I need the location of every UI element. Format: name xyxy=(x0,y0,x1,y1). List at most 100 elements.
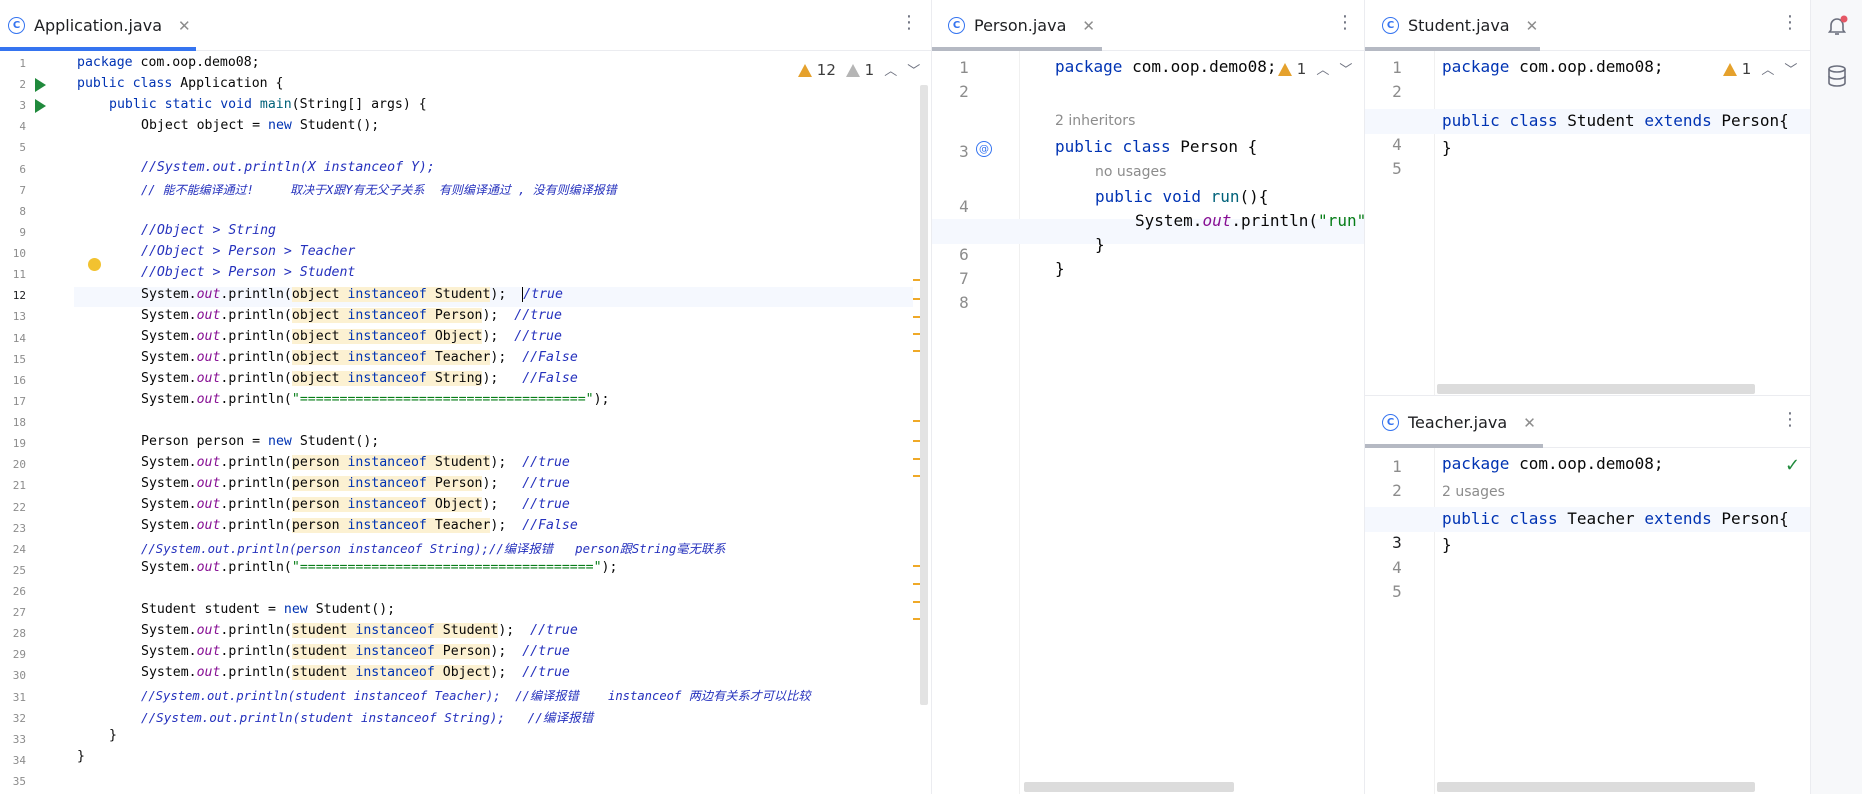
horizontal-scrollbar[interactable] xyxy=(1024,782,1234,792)
more-options-icon[interactable]: ⋮ xyxy=(1336,14,1354,32)
horizontal-scrollbar[interactable] xyxy=(1437,782,1755,792)
code-line-29: System.out.println(student instanceof Pe… xyxy=(141,644,570,659)
notifications-button[interactable] xyxy=(1825,14,1849,38)
more-options-icon[interactable]: ⋮ xyxy=(900,14,918,32)
line-number[interactable]: 19 xyxy=(0,437,26,450)
bell-icon xyxy=(1827,15,1848,35)
line-number[interactable]: 9 xyxy=(0,226,26,239)
line-number[interactable]: 14 xyxy=(0,332,26,345)
code-line-3: public class Student extends Person{ xyxy=(1442,111,1789,130)
code-line-15: System.out.println(object instanceof Tea… xyxy=(141,350,578,365)
code-line-4: } xyxy=(1442,138,1452,157)
code-area-student[interactable]: package com.oop.demo08; public class Stu… xyxy=(1365,51,1810,395)
tab-label: Teacher.java xyxy=(1408,413,1508,432)
code-area-application[interactable]: package com.oop.demo08; public class App… xyxy=(74,51,913,794)
line-number[interactable]: 34 xyxy=(0,754,26,767)
line-number[interactable]: 1 xyxy=(1365,58,1429,77)
code-line-3: public class Person { xyxy=(1055,137,1258,156)
line-number[interactable]: 15 xyxy=(0,353,26,366)
close-icon[interactable]: ✕ xyxy=(1526,17,1539,35)
inheritors-hint[interactable]: 2 inheritors xyxy=(1055,113,1364,129)
line-number[interactable]: 21 xyxy=(0,479,26,492)
line-number[interactable]: 32 xyxy=(0,712,26,725)
code-line-9: //Object > String xyxy=(141,223,276,238)
line-number[interactable]: 30 xyxy=(0,669,26,682)
line-number[interactable]: 11 xyxy=(0,268,26,281)
line-number[interactable]: 5 xyxy=(0,141,26,154)
close-icon[interactable]: ✕ xyxy=(178,17,191,35)
line-number[interactable]: 16 xyxy=(0,374,26,387)
usages-hint[interactable]: no usages xyxy=(1095,164,1364,180)
line-number[interactable]: 2 xyxy=(932,82,996,101)
tab-teacher-java[interactable]: C Teacher.java ✕ xyxy=(1382,397,1536,448)
line-number[interactable]: 28 xyxy=(0,627,26,640)
line-number[interactable]: 26 xyxy=(0,585,26,598)
code-area-person[interactable]: package com.oop.demo08; 2 inheritors pub… xyxy=(932,51,1364,794)
tab-application-java[interactable]: C Application.java ✕ xyxy=(8,0,191,51)
code-line-4: public void run(){ xyxy=(1095,187,1269,206)
line-number[interactable]: 7 xyxy=(932,269,996,288)
line-number[interactable]: 6 xyxy=(0,163,26,176)
line-number[interactable]: 4 xyxy=(932,197,996,216)
run-main-icon[interactable] xyxy=(35,99,46,113)
close-icon[interactable]: ✕ xyxy=(1523,414,1536,432)
tab-bar-student: C Student.java ✕ ⋮ xyxy=(1365,0,1810,51)
code-area-teacher[interactable]: package com.oop.demo08; 2 usages public … xyxy=(1365,448,1810,794)
line-number[interactable]: 2 xyxy=(0,78,26,91)
line-number[interactable]: 6 xyxy=(932,245,996,264)
line-number[interactable]: 5 xyxy=(1365,582,1429,601)
line-number[interactable]: 4 xyxy=(1365,558,1429,577)
editor-pane-person: C Person.java ✕ ⋮ 1 ︿ ﹀ 12345678 @ packa… xyxy=(932,0,1364,794)
line-number[interactable]: 12 xyxy=(0,289,26,302)
line-number[interactable]: 23 xyxy=(0,522,26,535)
code-line-24: //System.out.println(person instanceof S… xyxy=(141,542,726,556)
code-line-22: System.out.println(person instanceof Obj… xyxy=(141,497,570,512)
line-number[interactable]: 13 xyxy=(0,310,26,323)
code-line-5: System.out.println("run"); xyxy=(1135,211,1364,230)
line-number[interactable]: 18 xyxy=(0,416,26,429)
usages-hint[interactable]: 2 usages xyxy=(1442,484,1810,500)
line-number[interactable]: 24 xyxy=(0,543,26,556)
line-number[interactable]: 7 xyxy=(0,184,26,197)
line-number[interactable]: 33 xyxy=(0,733,26,746)
database-button[interactable] xyxy=(1826,64,1848,88)
line-number[interactable]: 20 xyxy=(0,458,26,471)
run-class-icon[interactable] xyxy=(35,78,46,92)
line-number[interactable]: 8 xyxy=(0,205,26,218)
line-number[interactable]: 17 xyxy=(0,395,26,408)
line-number[interactable]: 3 xyxy=(1365,533,1429,552)
line-number[interactable]: 31 xyxy=(0,691,26,704)
line-number[interactable]: 29 xyxy=(0,648,26,661)
line-number[interactable]: 27 xyxy=(0,606,26,619)
horizontal-scrollbar[interactable] xyxy=(1437,384,1755,394)
code-line-6: } xyxy=(1095,235,1105,254)
line-number[interactable]: 1 xyxy=(1365,457,1429,476)
tab-student-java[interactable]: C Student.java ✕ xyxy=(1382,0,1538,51)
vertical-scrollbar[interactable] xyxy=(920,85,928,705)
more-options-icon[interactable]: ⋮ xyxy=(1781,411,1799,429)
line-number[interactable]: 5 xyxy=(1365,159,1429,178)
tab-person-java[interactable]: C Person.java ✕ xyxy=(948,0,1095,51)
line-number[interactable]: 2 xyxy=(1365,481,1429,500)
class-icon: C xyxy=(8,17,25,34)
line-number[interactable]: 8 xyxy=(932,293,996,312)
overridden-method-icon[interactable]: @ xyxy=(976,141,992,157)
more-options-icon[interactable]: ⋮ xyxy=(1781,14,1799,32)
line-number[interactable]: 1 xyxy=(932,58,996,77)
code-line-10: //Object > Person > Teacher xyxy=(141,244,356,259)
close-icon[interactable]: ✕ xyxy=(1082,17,1095,35)
class-icon: C xyxy=(1382,17,1399,34)
line-number[interactable]: 1 xyxy=(0,57,26,70)
line-number[interactable]: 4 xyxy=(0,120,26,133)
right-tool-strip xyxy=(1810,0,1862,794)
line-number[interactable]: 4 xyxy=(1365,135,1429,154)
line-number[interactable]: 25 xyxy=(0,564,26,577)
line-number[interactable]: 35 xyxy=(0,775,26,788)
code-line-12: System.out.println(object instanceof Stu… xyxy=(141,287,563,302)
line-number[interactable]: 22 xyxy=(0,501,26,514)
code-line-4: } xyxy=(1442,535,1452,554)
line-number[interactable]: 10 xyxy=(0,247,26,260)
line-number[interactable]: 2 xyxy=(1365,82,1429,101)
line-number[interactable]: 3 xyxy=(0,99,26,112)
code-line-1: package com.oop.demo08; xyxy=(77,55,260,70)
